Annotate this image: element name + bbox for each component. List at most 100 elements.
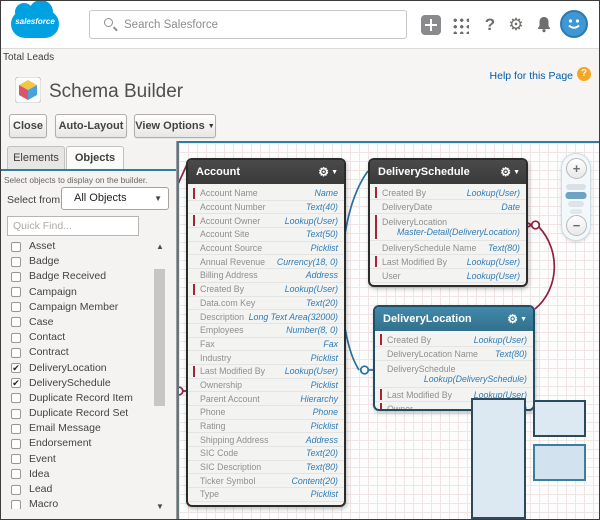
object-list-item[interactable]: Lead xyxy=(1,482,149,497)
checkbox[interactable]: ✔ xyxy=(11,363,21,373)
object-list-item[interactable]: Duplicate Record Set xyxy=(1,406,149,421)
zoom-out-button[interactable]: − xyxy=(566,215,587,236)
search-input[interactable] xyxy=(124,12,394,37)
notifications-bell-icon[interactable] xyxy=(533,15,555,37)
checkbox[interactable] xyxy=(11,241,21,252)
entity-header[interactable]: DeliverySchedule ⚙ ▼ xyxy=(370,160,526,184)
scroll-up-icon[interactable]: ▲ xyxy=(153,241,167,253)
field-row[interactable]: Account Owner Lookup(User) xyxy=(188,214,344,229)
checkbox[interactable] xyxy=(11,317,21,328)
zoom-level-bar[interactable] xyxy=(568,201,584,207)
close-button[interactable]: Close xyxy=(9,114,47,138)
help-icon[interactable]: ? xyxy=(479,14,501,36)
app-launcher-icon[interactable] xyxy=(451,16,469,34)
entity-account[interactable]: Account ⚙ ▼ Account Name Name Account Number T… xyxy=(186,158,346,507)
field-row[interactable]: DeliveryDate Date xyxy=(370,200,526,214)
gear-icon[interactable]: ⚙ ▼ xyxy=(500,160,520,185)
object-list-item[interactable]: Endorsement xyxy=(1,436,149,451)
checkbox[interactable] xyxy=(11,393,21,404)
checkbox[interactable] xyxy=(11,408,21,419)
field-row[interactable]: SIC Description Text(80) xyxy=(188,461,344,475)
field-row[interactable]: DeliverySchedule Lookup(DeliverySchedule) xyxy=(375,361,533,388)
zoom-level-bar[interactable] xyxy=(570,209,582,214)
entity-header[interactable]: DeliveryLocation ⚙ ▼ xyxy=(375,307,533,331)
field-row[interactable]: Ticker Symbol Content(20) xyxy=(188,474,344,489)
object-list-item[interactable]: Event xyxy=(1,452,149,467)
field-row[interactable]: Billing Address Address xyxy=(188,269,344,283)
field-row[interactable]: Phone Phone xyxy=(188,406,344,420)
object-list-item[interactable]: Case xyxy=(1,315,149,330)
object-list-item[interactable]: Duplicate Record Item xyxy=(1,391,149,406)
entity-header[interactable]: Account ⚙ ▼ xyxy=(188,160,344,184)
object-list-item[interactable]: Contract xyxy=(1,345,149,360)
object-list-item[interactable]: Macro xyxy=(1,497,149,509)
checkbox[interactable] xyxy=(11,256,21,267)
checkbox[interactable] xyxy=(11,484,21,495)
zoom-level-bar[interactable] xyxy=(566,184,586,190)
field-row[interactable]: Created By Lookup(User) xyxy=(370,186,526,200)
field-row[interactable]: DeliveryLocation Master-Detail(DeliveryLo… xyxy=(370,214,526,241)
object-list-item[interactable]: Email Message xyxy=(1,421,149,436)
field-row[interactable]: Data.com Key Text(20) xyxy=(188,297,344,311)
entity-deliveryschedule[interactable]: DeliverySchedule ⚙ ▼ Created By Lookup(User)… xyxy=(368,158,528,287)
checkbox[interactable]: ✔ xyxy=(11,378,21,389)
gear-icon[interactable]: ⚙ ▼ xyxy=(318,160,338,185)
help-for-page-link[interactable]: Help for this Page xyxy=(490,70,573,82)
object-list-item[interactable]: ✔ DeliverySchedule xyxy=(1,376,149,391)
checkbox[interactable] xyxy=(11,469,21,480)
field-row[interactable]: Last Modified By Lookup(User) xyxy=(188,365,344,379)
select-from-dropdown[interactable]: All Objects ▼ xyxy=(61,187,169,210)
entity-deliverylocation[interactable]: DeliveryLocation ⚙ ▼ Created By Lookup(User)… xyxy=(373,305,535,411)
tab-objects[interactable]: Objects xyxy=(66,146,124,169)
auto-layout-button[interactable]: Auto-Layout xyxy=(55,114,127,138)
quick-find-input[interactable] xyxy=(7,216,139,236)
user-avatar[interactable] xyxy=(560,10,588,38)
field-row[interactable]: Parent Account Hierarchy xyxy=(188,392,344,406)
scroll-down-icon[interactable]: ▼ xyxy=(153,501,167,513)
schema-canvas[interactable]: Account ⚙ ▼ Account Name Name Account Number T… xyxy=(177,141,599,519)
field-row[interactable]: Rating Picklist xyxy=(188,420,344,434)
tab-elements[interactable]: Elements xyxy=(7,146,65,169)
field-row[interactable]: DeliveryLocation Name Text(80) xyxy=(375,347,533,361)
field-row[interactable]: Fax Fax xyxy=(188,338,344,352)
field-row[interactable]: SIC Code Text(20) xyxy=(188,447,344,461)
field-row[interactable]: Type Picklist xyxy=(188,488,344,502)
checkbox[interactable] xyxy=(11,423,21,434)
object-list-item[interactable]: Badge Received xyxy=(1,269,149,284)
help-badge-icon[interactable]: ? xyxy=(577,67,591,81)
field-row[interactable]: Created By Lookup(User) xyxy=(375,333,533,347)
field-row[interactable]: Description Long Text Area(32000) xyxy=(188,310,344,324)
salesforce-logo[interactable]: salesforce xyxy=(11,1,59,38)
zoom-in-button[interactable]: + xyxy=(566,158,587,179)
checkbox[interactable] xyxy=(11,302,21,313)
field-row[interactable]: Annual Revenue Currency(18, 0) xyxy=(188,255,344,270)
object-list-item[interactable]: Campaign xyxy=(1,285,149,300)
object-list-item[interactable]: Asset xyxy=(1,239,149,254)
field-row[interactable]: Shipping Address Address xyxy=(188,433,344,448)
add-icon[interactable] xyxy=(421,15,441,35)
field-row[interactable]: Ownership Picklist xyxy=(188,379,344,393)
view-options-button[interactable]: View Options ▼ xyxy=(134,114,216,138)
checkbox[interactable] xyxy=(11,454,21,465)
field-row[interactable]: DeliverySchedule Name Text(80) xyxy=(370,241,526,255)
checkbox[interactable] xyxy=(11,332,21,343)
checkbox[interactable] xyxy=(11,271,21,282)
checkbox[interactable] xyxy=(11,347,21,358)
gear-icon[interactable]: ⚙ ▼ xyxy=(507,307,527,332)
field-row[interactable]: Account Site Text(50) xyxy=(188,228,344,242)
field-row[interactable]: Account Number Text(40) xyxy=(188,201,344,215)
object-list-item[interactable]: ✔ DeliveryLocation xyxy=(1,361,149,376)
checkbox[interactable] xyxy=(11,438,21,449)
zoom-level-bar-active[interactable] xyxy=(565,192,587,199)
field-row[interactable]: User Lookup(User) xyxy=(370,269,526,283)
settings-gear-icon[interactable]: ⚙ xyxy=(505,14,527,36)
object-list-item[interactable]: Contact xyxy=(1,330,149,345)
object-list-item[interactable]: Badge xyxy=(1,254,149,269)
sidebar-scrollbar-thumb[interactable] xyxy=(154,269,165,406)
field-row[interactable]: Last Modified By Lookup(User) xyxy=(370,255,526,269)
checkbox[interactable] xyxy=(11,287,21,298)
field-row[interactable]: Account Source Picklist xyxy=(188,242,344,256)
field-row[interactable]: Employees Number(8, 0) xyxy=(188,324,344,338)
global-search[interactable] xyxy=(89,10,407,39)
object-list-item[interactable]: Campaign Member xyxy=(1,300,149,315)
